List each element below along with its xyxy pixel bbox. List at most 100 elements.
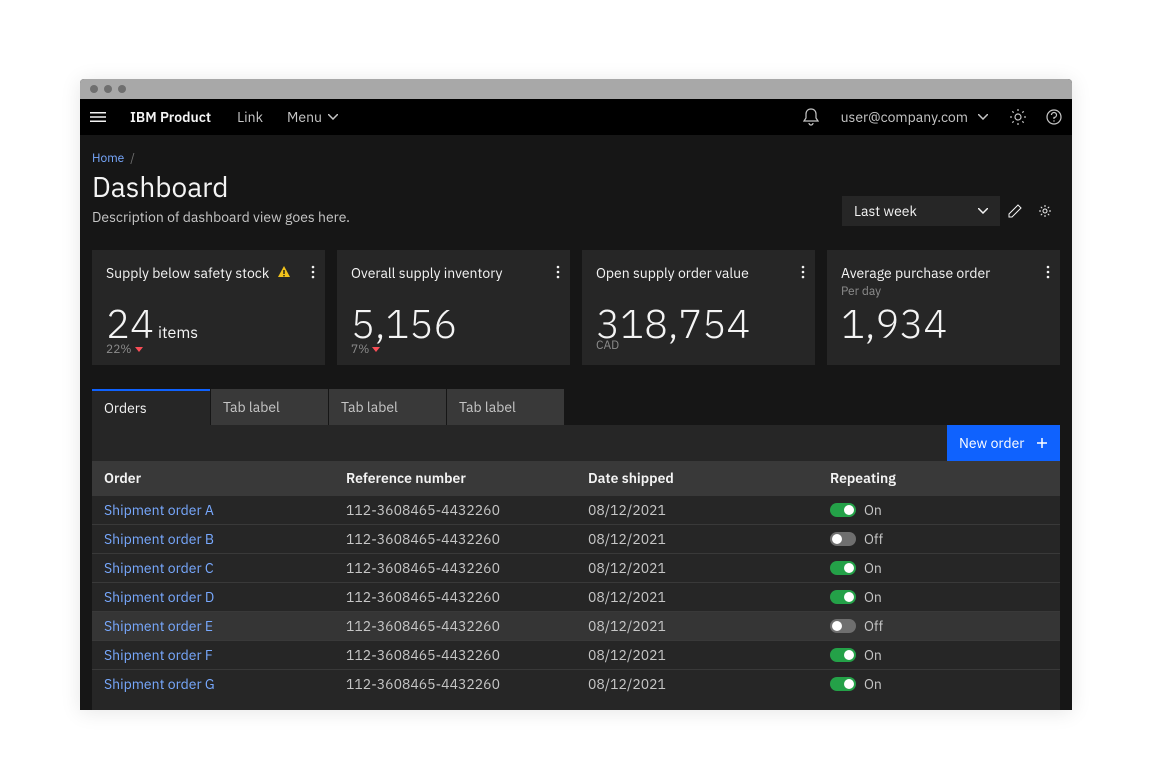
trend-down-icon: [135, 347, 143, 352]
column-header[interactable]: Order: [92, 461, 334, 496]
column-header[interactable]: Reference number: [334, 461, 576, 496]
chevron-down-icon: [978, 114, 988, 120]
toggle-label: On: [864, 559, 882, 577]
repeating-cell: On: [818, 553, 1060, 582]
order-link[interactable]: Shipment order A: [92, 495, 334, 524]
card-overflow-menu[interactable]: [801, 264, 805, 284]
window-dot: [118, 85, 126, 93]
tab-label[interactable]: Tab label: [328, 389, 446, 425]
reference-cell: 112-3608465-4432260: [334, 640, 576, 669]
card-overflow-menu[interactable]: [556, 264, 560, 284]
repeating-cell: Off: [818, 524, 1060, 553]
reference-cell: 112-3608465-4432260: [334, 553, 576, 582]
metric-card: Overall supply inventory 5,1567%: [337, 250, 570, 365]
table-row: Shipment order E 112-3608465-4432260 08/…: [92, 611, 1060, 640]
date-cell: 08/12/2021: [576, 495, 818, 524]
window-titlebar: [80, 79, 1072, 99]
gear-icon: [1038, 204, 1052, 218]
reference-cell: 112-3608465-4432260: [334, 495, 576, 524]
repeating-toggle[interactable]: [830, 561, 856, 575]
card-title: Open supply order value: [596, 264, 801, 282]
table-footer: [92, 698, 1060, 710]
nav-menu-label: Menu: [287, 108, 322, 126]
order-link[interactable]: Shipment order F: [92, 640, 334, 669]
global-header: IBM Product Link Menu user@company.com: [80, 99, 1072, 135]
column-header[interactable]: Date shipped: [576, 461, 818, 496]
order-link[interactable]: Shipment order E: [92, 611, 334, 640]
page-description: Description of dashboard view goes here.: [92, 208, 350, 226]
repeating-toggle[interactable]: [830, 590, 856, 604]
theme-toggle[interactable]: [1000, 109, 1036, 125]
repeating-cell: On: [818, 495, 1060, 524]
orders-table: OrderReference numberDate shippedRepeati…: [92, 461, 1060, 698]
metric-card: Supply below safety stock24items22%: [92, 250, 325, 365]
edit-icon: [1008, 204, 1022, 218]
order-link[interactable]: Shipment order D: [92, 582, 334, 611]
date-cell: 08/12/2021: [576, 553, 818, 582]
tab-orders[interactable]: Orders: [92, 389, 210, 425]
breadcrumb-home[interactable]: Home: [92, 151, 124, 166]
repeating-toggle[interactable]: [830, 648, 856, 662]
bell-icon: [803, 108, 819, 126]
table-row: Shipment order D 112-3608465-4432260 08/…: [92, 582, 1060, 611]
nav-link[interactable]: Link: [225, 108, 275, 126]
metric-cards: Supply below safety stock24items22% Over…: [92, 250, 1060, 365]
brightness-icon: [1010, 109, 1026, 125]
date-range-value: Last week: [854, 202, 917, 220]
card-footer: 7%: [351, 342, 380, 357]
chevron-down-icon: [978, 208, 988, 214]
order-link[interactable]: Shipment order C: [92, 553, 334, 582]
date-cell: 08/12/2021: [576, 640, 818, 669]
toggle-label: On: [864, 675, 882, 693]
card-overflow-menu[interactable]: [1046, 264, 1050, 284]
repeating-toggle[interactable]: [830, 619, 856, 633]
card-value: 5,156: [351, 303, 457, 343]
breadcrumb-sep: /: [130, 151, 135, 166]
breadcrumb: Home /: [92, 151, 1060, 170]
notifications-button[interactable]: [793, 108, 829, 126]
tab-label[interactable]: Tab label: [446, 389, 564, 425]
toggle-label: On: [864, 501, 882, 519]
date-range-dropdown[interactable]: Last week: [842, 196, 1000, 226]
window-dot: [90, 85, 98, 93]
repeating-cell: On: [818, 582, 1060, 611]
card-footer: 22%: [106, 342, 143, 357]
orders-table-wrap: New order OrderReference numberDate ship…: [92, 425, 1060, 710]
card-footer: CAD: [596, 338, 619, 353]
reference-cell: 112-3608465-4432260: [334, 611, 576, 640]
new-order-label: New order: [959, 434, 1024, 452]
reference-cell: 112-3608465-4432260: [334, 669, 576, 698]
warning-icon: [277, 264, 291, 284]
repeating-toggle[interactable]: [830, 532, 856, 546]
trend-down-icon: [372, 347, 380, 352]
table-row: Shipment order F 112-3608465-4432260 08/…: [92, 640, 1060, 669]
card-title: Overall supply inventory: [351, 264, 556, 282]
date-cell: 08/12/2021: [576, 669, 818, 698]
table-row: Shipment order G 112-3608465-4432260 08/…: [92, 669, 1060, 698]
help-button[interactable]: [1036, 109, 1072, 125]
user-menu[interactable]: user@company.com: [829, 108, 1000, 126]
table-row: Shipment order B 112-3608465-4432260 08/…: [92, 524, 1060, 553]
card-title: Average purchase order: [841, 264, 1046, 282]
metric-card: Average purchase orderPer day1,934: [827, 250, 1060, 365]
nav-menu[interactable]: Menu: [275, 108, 350, 126]
tab-label[interactable]: Tab label: [210, 389, 328, 425]
edit-button[interactable]: [1000, 196, 1030, 226]
page-title: Dashboard: [92, 170, 350, 204]
menu-toggle[interactable]: [80, 109, 116, 125]
repeating-cell: On: [818, 640, 1060, 669]
settings-button[interactable]: [1030, 196, 1060, 226]
order-link[interactable]: Shipment order G: [92, 669, 334, 698]
card-overflow-menu[interactable]: [311, 264, 315, 284]
new-order-button[interactable]: New order: [947, 425, 1060, 461]
column-header[interactable]: Repeating: [818, 461, 1060, 496]
repeating-toggle[interactable]: [830, 677, 856, 691]
hamburger-icon: [90, 109, 106, 125]
tabs: OrdersTab labelTab labelTab label: [92, 389, 1060, 425]
date-cell: 08/12/2021: [576, 611, 818, 640]
order-link[interactable]: Shipment order B: [92, 524, 334, 553]
toggle-label: On: [864, 588, 882, 606]
repeating-toggle[interactable]: [830, 503, 856, 517]
help-icon: [1046, 109, 1062, 125]
date-cell: 08/12/2021: [576, 524, 818, 553]
